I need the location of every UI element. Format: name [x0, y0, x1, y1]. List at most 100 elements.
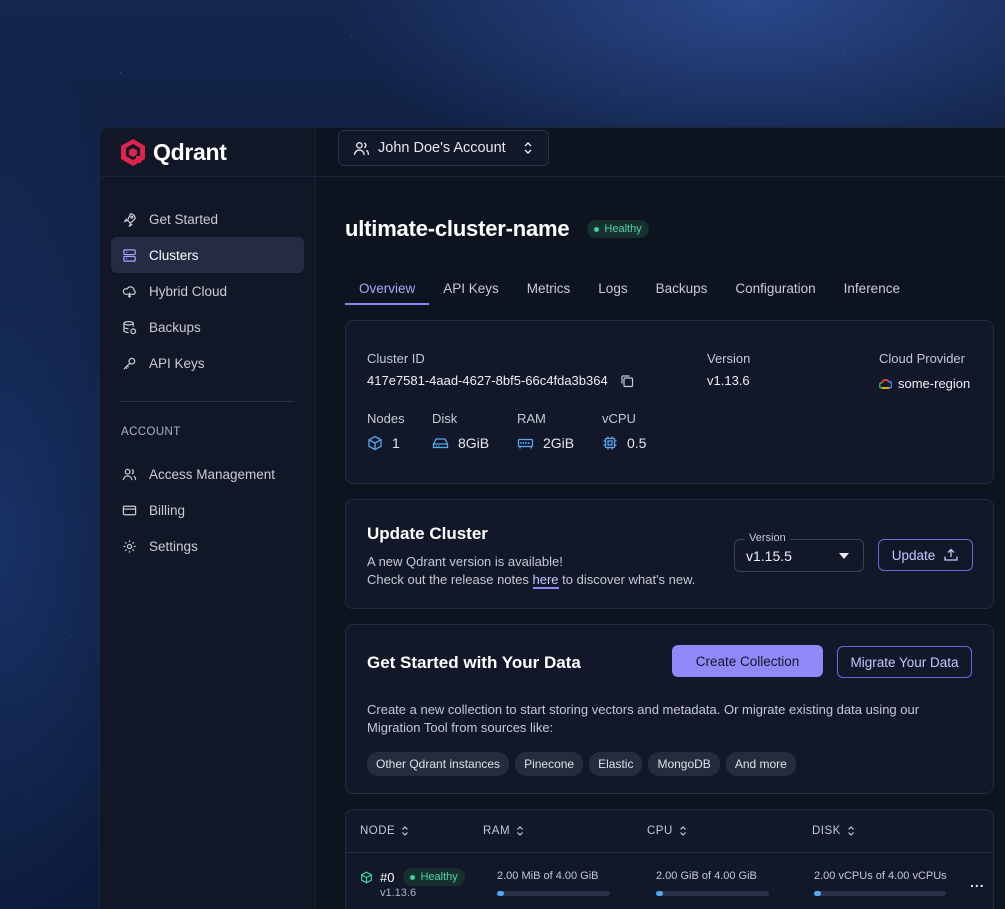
update-cluster-title: Update Cluster [367, 524, 488, 543]
migration-sources: Other Qdrant instances Pinecone Elastic Mon… [367, 752, 802, 776]
sidebar-divider [121, 401, 294, 402]
sidebar-item-hybrid-cloud[interactable]: Hybrid Cloud [111, 273, 304, 309]
sidebar-item-clusters[interactable]: Clusters [111, 237, 304, 273]
cube-icon [368, 435, 382, 451]
cluster-tabs: Overview API Keys Metrics Logs Backups C… [345, 277, 914, 305]
tab-backups[interactable]: Backups [642, 277, 722, 305]
sidebar-item-access-management[interactable]: Access Management [111, 456, 304, 492]
get-started-title: Get Started with Your Data [367, 653, 581, 672]
server-icon [123, 248, 136, 262]
release-notes-link[interactable]: here [532, 572, 559, 589]
upload-icon [944, 548, 958, 561]
update-cluster-card: Update Cluster A new Qdrant version is a… [345, 499, 994, 609]
get-started-card: Get Started with Your Data Create Collec… [345, 624, 994, 794]
create-collection-button[interactable]: Create Collection [672, 645, 823, 677]
credit-card-icon [122, 505, 137, 515]
tab-configuration[interactable]: Configuration [721, 277, 829, 305]
rocket-icon [123, 212, 136, 227]
sort-icon [679, 826, 686, 836]
chevron-up-down-icon [524, 142, 532, 154]
cube-icon [361, 871, 372, 883]
cloud-region: some-region [898, 376, 971, 391]
google-cloud-icon [879, 379, 892, 389]
app-window: Qdrant Get Started Clusters Hybrid Cloud… [99, 127, 1005, 909]
cpu-usage-bar [656, 891, 769, 896]
cpu-cell: 2.00 GiB of 4.00 GiB [656, 870, 769, 896]
caret-down-icon [839, 553, 849, 559]
ram-spec: RAM 2GiB [517, 411, 575, 451]
nodes-table: NODE RAM CPU DISK #0 Healthy v1.13.6 2.0… [345, 809, 994, 909]
tab-metrics[interactable]: Metrics [513, 277, 585, 305]
topbar: John Doe's Account [317, 128, 1005, 177]
column-header-cpu[interactable]: CPU [647, 825, 687, 837]
nodes-spec: Nodes 1 [367, 411, 405, 451]
source-chip-qdrant[interactable]: Other Qdrant instances [367, 752, 510, 776]
sidebar-nav: Get Started Clusters Hybrid Cloud Backup… [100, 177, 315, 564]
sidebar-item-api-keys[interactable]: API Keys [111, 345, 304, 381]
source-chip-more[interactable]: And more [725, 752, 796, 776]
tab-inference[interactable]: Inference [830, 277, 914, 305]
version-select[interactable]: Version v1.15.5 [734, 532, 864, 572]
version-block: Version v1.13.6 [707, 351, 750, 388]
cloud-provider-label: Cloud Provider [879, 351, 965, 366]
vcpu-spec: vCPU 0.5 [602, 411, 647, 451]
table-header: NODE RAM CPU DISK [346, 810, 993, 853]
cpu-icon [603, 436, 617, 450]
disk-cell: 2.00 vCPUs of 4.00 vCPUs [814, 870, 947, 896]
source-chip-pinecone[interactable]: Pinecone [515, 752, 584, 776]
update-button[interactable]: Update [878, 539, 973, 571]
version-select-value: v1.15.5 [746, 548, 792, 564]
column-header-node[interactable]: NODE [360, 825, 409, 837]
sidebar-section-account: ACCOUNT [121, 426, 181, 438]
account-switcher[interactable]: John Doe's Account [338, 130, 549, 166]
cluster-id-value: 417e7581-4aad-4627-8bf5-66c4fda3b364 [367, 373, 608, 388]
sort-icon [402, 826, 409, 836]
update-message: A new Qdrant version is available! Check… [367, 554, 696, 589]
cluster-id-block: Cluster ID 417e7581-4aad-4627-8bf5-66c4f… [367, 351, 634, 388]
sidebar-item-settings[interactable]: Settings [111, 528, 304, 564]
node-cell: #0 Healthy v1.13.6 [360, 868, 465, 899]
node-status-badge: Healthy [403, 868, 465, 886]
source-chip-mongodb[interactable]: MongoDB [648, 752, 720, 776]
cluster-info-card: Cluster ID 417e7581-4aad-4627-8bf5-66c4f… [345, 320, 994, 484]
page-title: ultimate-cluster-name [345, 216, 570, 241]
row-menu-button[interactable]: ... [970, 874, 985, 890]
qdrant-logo-icon [121, 139, 145, 166]
tab-api-keys[interactable]: API Keys [429, 277, 513, 305]
status-dot [594, 226, 600, 232]
sidebar-item-billing[interactable]: Billing [111, 492, 304, 528]
main-content: John Doe's Account ultimate-cluster-name… [317, 128, 1005, 909]
column-header-ram[interactable]: RAM [483, 825, 524, 837]
disk-spec: Disk 8GiB [432, 411, 490, 451]
memory-icon [517, 438, 534, 449]
users-icon [122, 468, 137, 480]
sidebar-item-backups[interactable]: Backups [111, 309, 304, 345]
source-chip-elastic[interactable]: Elastic [589, 752, 643, 776]
cloud-icon [122, 285, 136, 298]
cluster-id-label: Cluster ID [367, 351, 425, 366]
tab-overview[interactable]: Overview [345, 277, 430, 305]
logo[interactable]: Qdrant [100, 128, 315, 177]
sort-icon [517, 826, 523, 836]
cluster-header: ultimate-cluster-name Healthy [345, 216, 649, 242]
key-icon [123, 357, 136, 370]
version-select-legend: Version [745, 532, 790, 544]
column-header-disk[interactable]: DISK [812, 825, 855, 837]
database-backup-icon [123, 320, 137, 334]
version-value: v1.13.6 [707, 373, 750, 388]
tab-logs[interactable]: Logs [584, 277, 641, 305]
users-icon [353, 141, 370, 155]
cloud-provider-block: Cloud Provider some-region [879, 351, 970, 391]
ram-cell: 2.00 MiB of 4.00 GiB [497, 870, 610, 896]
sidebar: Qdrant Get Started Clusters Hybrid Cloud… [100, 128, 316, 909]
sidebar-item-get-started[interactable]: Get Started [111, 201, 304, 237]
copy-icon[interactable] [620, 374, 634, 388]
migrate-data-button[interactable]: Migrate Your Data [837, 646, 972, 678]
get-started-description: Create a new collection to start storing… [367, 702, 920, 735]
table-row[interactable]: #0 Healthy v1.13.6 2.00 MiB of 4.00 GiB … [346, 854, 993, 909]
node-version: v1.13.6 [380, 887, 417, 899]
node-id: #0 [380, 869, 395, 885]
account-name: John Doe's Account [378, 140, 506, 156]
hard-drive-icon [432, 438, 449, 449]
status-badge: Healthy [587, 220, 649, 238]
